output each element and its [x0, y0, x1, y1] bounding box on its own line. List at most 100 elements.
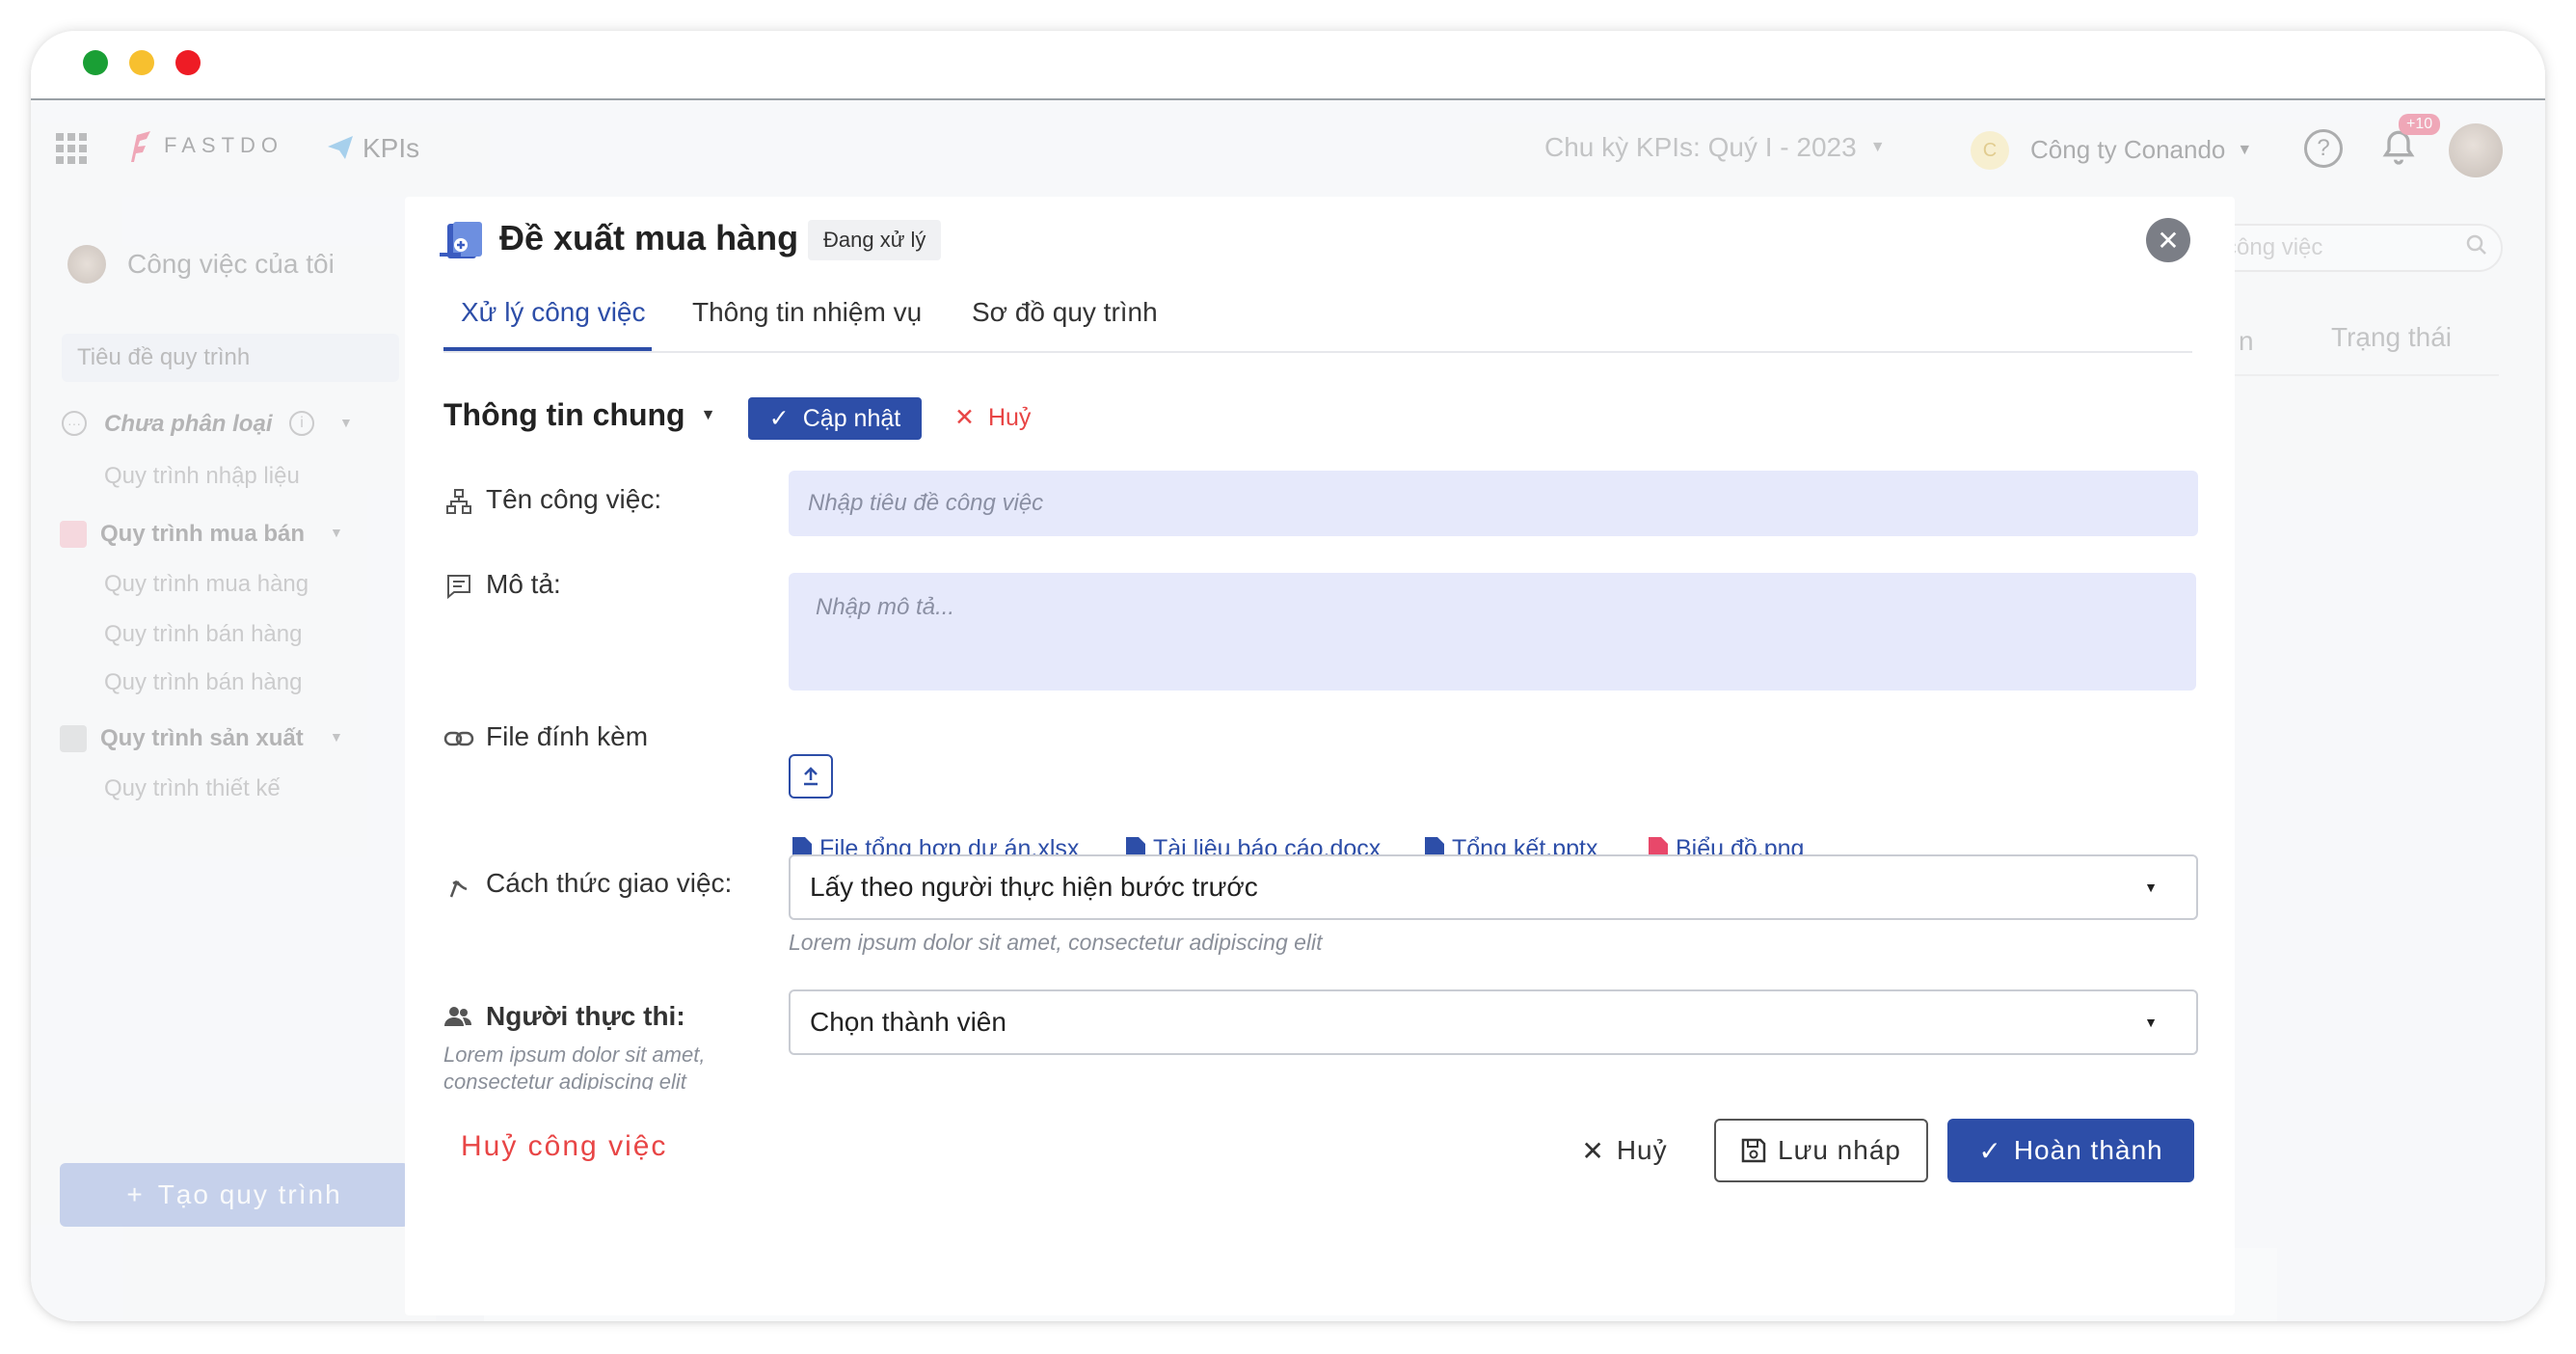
footer-cancel-button[interactable]: ✕ Huỷ: [1562, 1119, 1687, 1182]
window-maximize-button[interactable]: [175, 50, 201, 75]
sidebar-item[interactable]: Quy trình mua hàng: [104, 571, 309, 598]
right-search-input[interactable]: công việc: [2210, 224, 2503, 272]
assign-method-label: Cách thức giao việc:: [486, 868, 733, 898]
window-close-button[interactable]: [83, 50, 108, 75]
sidebar-search-input[interactable]: [62, 334, 399, 382]
chevron-down-icon[interactable]: ▼: [330, 525, 343, 540]
chevron-down-icon: ▼: [1869, 139, 1886, 155]
plus-icon: +: [126, 1179, 145, 1209]
save-icon: [1741, 1138, 1766, 1163]
executor-hint-clip: Lorem ipsum dolor sit amet, consectetur …: [443, 1042, 771, 1090]
divider: [2210, 374, 2499, 376]
footer-cancel-label: Huỷ: [1616, 1135, 1668, 1165]
hierarchy-icon: [445, 488, 472, 520]
tab-divider: [443, 351, 2192, 353]
help-icon[interactable]: ?: [2304, 129, 2343, 168]
chevron-down-icon[interactable]: ▼: [330, 729, 343, 745]
column-header-partial: n: [2239, 326, 2254, 356]
description-placeholder: Nhập mô tả...: [816, 594, 955, 620]
brand-name: FASTDO: [164, 133, 284, 157]
user-avatar[interactable]: [2449, 123, 2503, 177]
complete-button[interactable]: ✓ Hoàn thành: [1947, 1119, 2194, 1182]
save-draft-label: Lưu nháp: [1778, 1135, 1901, 1165]
purchase-request-icon: [440, 218, 486, 269]
module-name[interactable]: KPIs: [362, 133, 419, 164]
comment-icon: [445, 573, 472, 605]
sidebar-item[interactable]: Quy trình bán hàng: [104, 621, 302, 648]
modal-title: Đề xuất mua hàng: [499, 218, 799, 257]
company-select[interactable]: Công ty Conando ▼: [2030, 135, 2252, 165]
caret-down-icon: ▼: [700, 406, 716, 423]
bell-icon[interactable]: [2379, 129, 2418, 173]
save-draft-button[interactable]: Lưu nháp: [1714, 1119, 1928, 1182]
sidebar-item[interactable]: Quy trình thiết kế: [104, 775, 281, 802]
column-header-status: Trạng thái: [2331, 322, 2453, 352]
kpi-cycle-select[interactable]: Chu kỳ KPIs: Quý I - 2023 ▼: [1544, 132, 1886, 163]
task-modal: Đề xuất mua hàng Đang xử lý ✕ Xử lý công…: [405, 197, 2235, 1315]
task-name-input[interactable]: Nhập tiêu đề công việc: [789, 471, 2198, 536]
assign-arrow-icon: [445, 872, 470, 904]
section-toggle[interactable]: Thông tin chung ▼: [443, 397, 715, 433]
right-panel: công việc n Trạng thái: [2190, 197, 2545, 1321]
sidebar-user-avatar: [67, 245, 106, 284]
sidebar-item[interactable]: Quy trình nhập liệu: [104, 463, 300, 490]
inline-cancel-button[interactable]: ✕ Huỷ: [954, 403, 1031, 432]
check-icon: ✓: [1978, 1135, 2002, 1166]
status-badge: Đang xử lý: [808, 220, 942, 260]
executor-value: Chọn thành viên: [810, 1007, 1006, 1037]
description-label: Mô tả:: [486, 569, 561, 599]
chevron-down-icon[interactable]: ▼: [339, 415, 353, 430]
assign-method-hint: Lorem ipsum dolor sit amet, consectetur …: [789, 930, 1323, 955]
title-bar: [31, 31, 2545, 100]
more-icon: ···: [62, 411, 87, 436]
notification-badge: +10: [2399, 114, 2441, 135]
description-textarea[interactable]: Nhập mô tả...: [789, 573, 2196, 691]
window-minimize-button[interactable]: [129, 50, 154, 75]
assign-method-select[interactable]: Lấy theo người thực hiện bước trước ▼: [789, 854, 2198, 920]
update-label: Cập nhật: [802, 404, 901, 432]
update-button[interactable]: ✓ Cập nhật: [748, 397, 922, 440]
top-nav: FASTDO KPIs Chu kỳ KPIs: Quý I - 2023 ▼ …: [31, 100, 2545, 197]
complete-label: Hoàn thành: [2013, 1135, 2163, 1165]
company-avatar: C: [1971, 131, 2009, 170]
sidebar-title: Công việc của tôi: [127, 249, 335, 279]
app-area: FASTDO KPIs Chu kỳ KPIs: Quý I - 2023 ▼ …: [31, 100, 2545, 1321]
sidebar-group-label[interactable]: Chưa phân loại: [104, 411, 272, 438]
executor-label: Người thực thi:: [486, 1001, 685, 1031]
brand-logo-icon: [127, 129, 152, 164]
create-process-button[interactable]: + Tạo quy trình: [60, 1163, 409, 1227]
apps-grid-icon[interactable]: [56, 133, 87, 164]
search-icon: [2466, 234, 2487, 262]
caret-down-icon: ▼: [2144, 1015, 2158, 1030]
assign-method-value: Lấy theo người thực hiện bước trước: [810, 872, 1258, 902]
info-icon: i: [289, 411, 314, 436]
upload-icon[interactable]: [789, 754, 833, 799]
tab-process-diagram[interactable]: Sơ đồ quy trình: [972, 297, 1158, 328]
app-window: FASTDO KPIs Chu kỳ KPIs: Quý I - 2023 ▼ …: [31, 31, 2545, 1321]
right-search-placeholder: công việc: [2225, 234, 2323, 260]
create-process-label: Tạo quy trình: [157, 1179, 342, 1209]
tab-process-task[interactable]: Xử lý công việc: [461, 297, 646, 328]
users-icon: [443, 1005, 472, 1033]
cancel-task-button[interactable]: Huỷ công việc: [461, 1130, 667, 1163]
close-icon[interactable]: ✕: [2146, 218, 2190, 262]
sidebar-group-label[interactable]: Quy trình sản xuất: [100, 725, 304, 752]
close-icon: ✕: [954, 404, 975, 431]
link-icon: [443, 729, 474, 753]
check-icon: ✓: [768, 405, 790, 432]
group-color-square: [60, 521, 87, 548]
caret-down-icon: ▼: [2144, 880, 2158, 895]
sidebar-group-label[interactable]: Quy trình mua bán: [100, 521, 305, 548]
close-icon: ✕: [1581, 1135, 1605, 1166]
task-name-label: Tên công việc:: [486, 484, 662, 514]
kpi-cycle-label: Chu kỳ KPIs: Quý I - 2023: [1544, 132, 1857, 162]
executor-select[interactable]: Chọn thành viên ▼: [789, 989, 2198, 1055]
sidebar: Công việc của tôi ··· Chưa phân loại i ▼…: [31, 197, 436, 1321]
attachment-label: File đính kèm: [486, 721, 649, 751]
sidebar-item[interactable]: Quy trình bán hàng: [104, 669, 302, 696]
group-color-square: [60, 725, 87, 752]
inline-cancel-label: Huỷ: [987, 403, 1032, 431]
chevron-down-icon: ▼: [2237, 141, 2253, 158]
task-name-placeholder: Nhập tiêu đề công việc: [808, 490, 1044, 516]
tab-task-info[interactable]: Thông tin nhiệm vụ: [692, 297, 922, 328]
